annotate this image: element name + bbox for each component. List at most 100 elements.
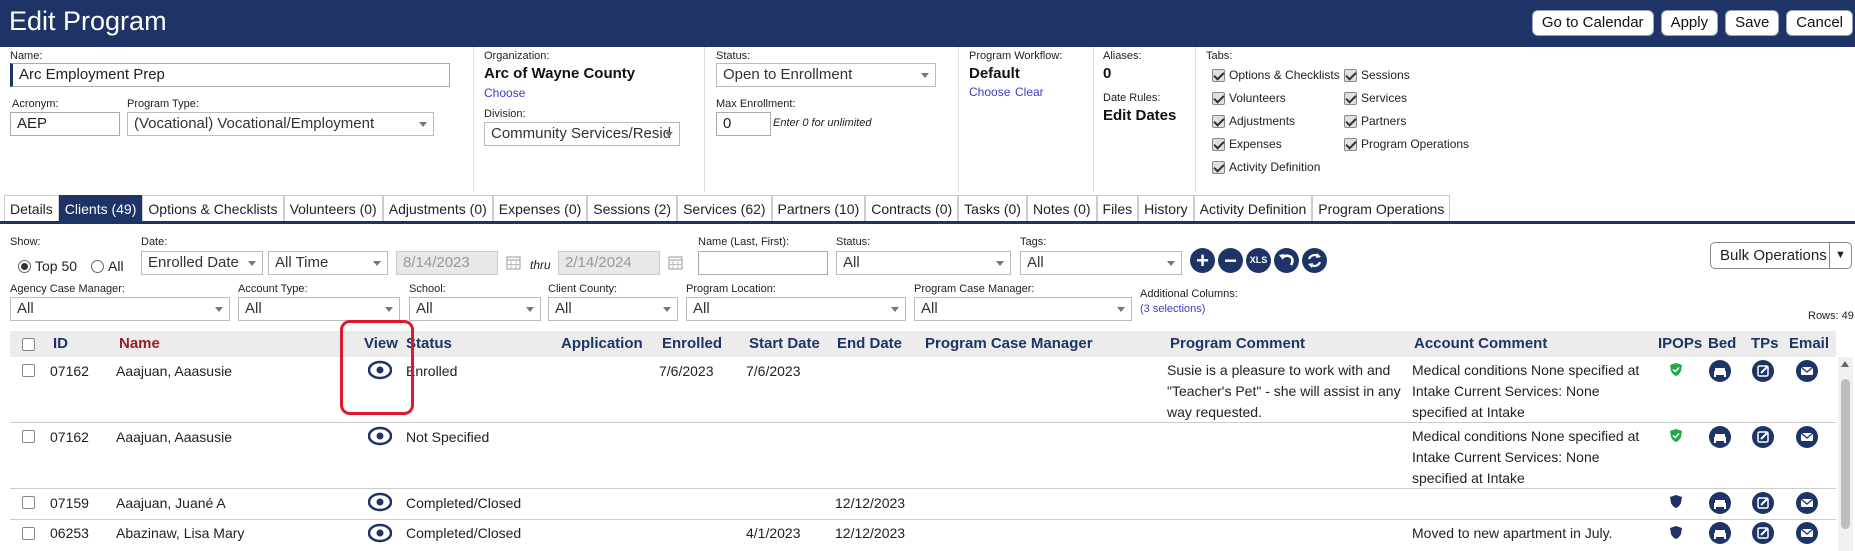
name-filter-input[interactable] bbox=[698, 251, 828, 275]
undo-icon[interactable] bbox=[1274, 248, 1299, 273]
agency-cm-select[interactable]: All bbox=[10, 297, 230, 321]
date-range-select[interactable]: All Time bbox=[268, 251, 388, 275]
tab-check-services[interactable]: Services bbox=[1344, 91, 1407, 105]
show-all-radio[interactable]: All bbox=[91, 258, 124, 274]
row-checkbox[interactable] bbox=[22, 496, 35, 509]
go-to-calendar-button[interactable]: Go to Calendar bbox=[1531, 10, 1654, 36]
workflow-clear-link[interactable]: Clear bbox=[1015, 85, 1044, 99]
col-end-date[interactable]: End Date bbox=[837, 335, 902, 352]
tab-options-checklists[interactable]: Options & Checklists bbox=[142, 195, 284, 222]
refresh-icon[interactable] bbox=[1302, 248, 1327, 273]
tab-check-expenses[interactable]: Expenses bbox=[1212, 137, 1282, 151]
tab-files[interactable]: Files bbox=[1096, 195, 1139, 222]
eye-icon[interactable] bbox=[368, 492, 392, 512]
program-cm-select[interactable]: All bbox=[914, 297, 1132, 321]
edit-icon[interactable] bbox=[1752, 522, 1774, 544]
edit-icon[interactable] bbox=[1752, 360, 1774, 382]
email-icon[interactable] bbox=[1796, 426, 1818, 448]
additional-columns-link[interactable]: (3 selections) bbox=[1140, 303, 1205, 315]
tab-program-operations[interactable]: Program Operations bbox=[1312, 195, 1451, 222]
eye-icon[interactable] bbox=[368, 426, 392, 446]
tab-volunteers[interactable]: Volunteers (0) bbox=[283, 195, 383, 222]
tab-check-program-operations[interactable]: Program Operations bbox=[1344, 137, 1469, 151]
bed-icon[interactable] bbox=[1709, 426, 1731, 448]
col-program-case-manager[interactable]: Program Case Manager bbox=[925, 335, 1093, 352]
shield-check-icon[interactable] bbox=[1670, 429, 1682, 442]
tab-activity-definition[interactable]: Activity Definition bbox=[1193, 195, 1313, 222]
calendar-icon[interactable] bbox=[668, 255, 683, 270]
tab-history[interactable]: History bbox=[1138, 195, 1194, 222]
email-icon[interactable] bbox=[1796, 492, 1818, 514]
xls-export-icon[interactable]: XLS bbox=[1246, 248, 1271, 273]
tab-contracts[interactable]: Contracts (0) bbox=[865, 195, 959, 222]
tab-check-options[interactable]: Options & Checklists bbox=[1212, 68, 1340, 82]
date-to-input[interactable]: 2/14/2024 bbox=[558, 251, 660, 275]
col-name[interactable]: Name bbox=[119, 335, 160, 352]
date-from-input[interactable]: 8/14/2023 bbox=[396, 251, 498, 275]
workflow-choose-link[interactable]: Choose bbox=[969, 85, 1010, 99]
tab-check-adjustments[interactable]: Adjustments bbox=[1212, 114, 1295, 128]
shield-check-icon[interactable] bbox=[1670, 363, 1682, 376]
tab-check-volunteers[interactable]: Volunteers bbox=[1212, 91, 1286, 105]
email-icon[interactable] bbox=[1796, 360, 1818, 382]
tab-details[interactable]: Details bbox=[4, 195, 59, 222]
tab-check-sessions[interactable]: Sessions bbox=[1344, 68, 1410, 82]
aliases-value[interactable]: 0 bbox=[1103, 65, 1111, 82]
col-program-comment[interactable]: Program Comment bbox=[1170, 335, 1305, 352]
cancel-button[interactable]: Cancel bbox=[1786, 10, 1853, 36]
show-top-radio[interactable]: Top 50 bbox=[18, 258, 77, 274]
program-type-select[interactable]: (Vocational) Vocational/Employment bbox=[127, 112, 434, 136]
col-enrolled[interactable]: Enrolled bbox=[662, 335, 722, 352]
bed-icon[interactable] bbox=[1709, 522, 1731, 544]
tab-adjustments[interactable]: Adjustments (0) bbox=[382, 195, 493, 222]
col-account-comment[interactable]: Account Comment bbox=[1414, 335, 1547, 352]
client-name[interactable]: Aaajuan, Aaasusie bbox=[116, 429, 232, 445]
chevron-down-icon[interactable]: ▼ bbox=[1829, 243, 1851, 268]
col-id[interactable]: ID bbox=[53, 335, 68, 352]
table-row[interactable] bbox=[10, 489, 1836, 520]
status-filter-select[interactable]: All bbox=[836, 251, 1011, 275]
shield-icon[interactable] bbox=[1670, 495, 1682, 508]
remove-icon[interactable]: − bbox=[1218, 248, 1243, 273]
scrollbar-thumb[interactable] bbox=[1841, 379, 1850, 529]
acronym-input[interactable]: AEP bbox=[10, 112, 120, 136]
row-checkbox[interactable] bbox=[22, 527, 35, 540]
name-input[interactable]: Arc Employment Prep bbox=[10, 63, 450, 87]
save-button[interactable]: Save bbox=[1725, 10, 1780, 36]
bulk-operations-button[interactable]: Bulk Operations ▼ bbox=[1710, 242, 1852, 269]
row-checkbox[interactable] bbox=[22, 430, 35, 443]
shield-icon[interactable] bbox=[1670, 526, 1682, 539]
edit-icon[interactable] bbox=[1752, 426, 1774, 448]
bed-icon[interactable] bbox=[1709, 492, 1731, 514]
tab-expenses[interactable]: Expenses (0) bbox=[492, 195, 588, 222]
tab-check-activity-definition[interactable]: Activity Definition bbox=[1212, 160, 1320, 174]
account-type-select[interactable]: All bbox=[238, 297, 400, 321]
tab-partners[interactable]: Partners (10) bbox=[771, 195, 866, 222]
edit-icon[interactable] bbox=[1752, 492, 1774, 514]
apply-button[interactable]: Apply bbox=[1660, 10, 1719, 36]
col-start-date[interactable]: Start Date bbox=[749, 335, 820, 352]
client-name[interactable]: Aaajuan, Aaasusie bbox=[116, 363, 232, 379]
calendar-icon[interactable] bbox=[506, 255, 521, 270]
tab-clients[interactable]: Clients (49) bbox=[58, 195, 143, 222]
organization-choose-link[interactable]: Choose bbox=[484, 86, 525, 100]
scroll-up-icon[interactable] bbox=[1841, 361, 1849, 367]
add-icon[interactable]: + bbox=[1190, 248, 1215, 273]
client-county-select[interactable]: All bbox=[548, 297, 678, 321]
row-checkbox[interactable] bbox=[22, 364, 35, 377]
client-name[interactable]: Aaajuan, Juané A bbox=[116, 495, 226, 511]
vertical-scrollbar[interactable] bbox=[1838, 357, 1853, 551]
client-name[interactable]: Abazinaw, Lisa Mary bbox=[116, 525, 244, 541]
school-select[interactable]: All bbox=[409, 297, 541, 321]
division-select[interactable]: Community Services/Resid bbox=[484, 122, 680, 146]
date-rules-link[interactable]: Edit Dates bbox=[1103, 107, 1176, 124]
email-icon[interactable] bbox=[1796, 522, 1818, 544]
select-all-checkbox[interactable] bbox=[22, 338, 35, 351]
tab-sessions[interactable]: Sessions (2) bbox=[587, 195, 678, 222]
col-application[interactable]: Application bbox=[561, 335, 643, 352]
program-location-select[interactable]: All bbox=[686, 297, 906, 321]
tab-check-partners[interactable]: Partners bbox=[1344, 114, 1406, 128]
tab-tasks[interactable]: Tasks (0) bbox=[958, 195, 1027, 222]
tab-notes[interactable]: Notes (0) bbox=[1026, 195, 1097, 222]
max-enrollment-input[interactable]: 0 bbox=[716, 112, 771, 136]
